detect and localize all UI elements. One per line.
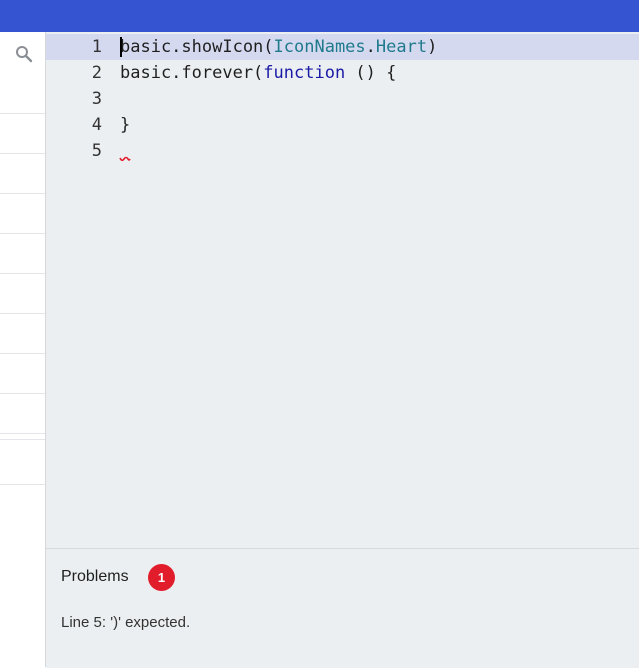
code-line[interactable]: 1 basic.showIcon(IconNames.Heart)	[46, 34, 639, 60]
sidebar-divider	[0, 113, 45, 114]
code-token: Heart	[375, 37, 428, 57]
sidebar-divider	[0, 233, 45, 234]
code-editor[interactable]: 1 basic.showIcon(IconNames.Heart) 2 basic.f…	[46, 32, 639, 548]
error-squiggle-icon	[119, 156, 131, 162]
code-line[interactable]: 2 basic.forever(function () {	[46, 60, 639, 86]
code-token: .	[365, 37, 376, 57]
sidebar-divider	[0, 193, 45, 194]
sidebar-divider	[0, 273, 45, 274]
code-line[interactable]: 4}	[46, 112, 639, 138]
sidebar-divider	[0, 433, 45, 434]
code-token: basic.forever(	[120, 63, 264, 83]
sidebar-divider	[0, 353, 45, 354]
line-number: 1	[91, 37, 102, 57]
code-line[interactable]: 5	[46, 138, 639, 164]
search-icon[interactable]	[15, 45, 33, 63]
line-code: }	[120, 112, 130, 138]
line-number: 3	[91, 89, 102, 109]
top-bar	[0, 0, 639, 32]
sidebar-divider	[0, 153, 45, 154]
line-number: 5	[91, 141, 102, 161]
sidebar-divider	[0, 484, 45, 485]
problems-count-badge: 1	[148, 564, 175, 591]
problems-title: Problems	[61, 568, 129, 585]
sidebar-divider	[0, 393, 45, 394]
code-token: basic.showIcon(	[120, 37, 274, 57]
sidebar	[0, 32, 46, 667]
line-code: basic.forever(function () {	[120, 60, 396, 86]
code-token: )	[427, 37, 438, 57]
sidebar-divider	[0, 439, 45, 440]
code-token: }	[120, 115, 131, 135]
code-token: () {	[345, 63, 397, 83]
problem-message[interactable]: Line 5: ')' expected.	[61, 614, 190, 632]
code-token: IconNames	[273, 37, 366, 57]
line-number: 4	[91, 115, 102, 135]
text-cursor	[120, 37, 122, 57]
line-code: basic.showIcon(IconNames.Heart)	[120, 34, 437, 60]
sidebar-divider	[0, 313, 45, 314]
problems-panel: Problems 1 Line 5: ')' expected.	[46, 548, 639, 668]
code-line[interactable]: 3	[46, 86, 639, 112]
line-number: 2	[91, 63, 102, 83]
code-token: function	[263, 63, 346, 83]
